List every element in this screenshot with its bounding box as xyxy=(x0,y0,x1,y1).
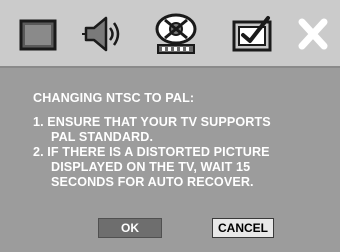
cancel-button[interactable]: CANCEL xyxy=(212,218,274,238)
picture-icon[interactable] xyxy=(18,12,58,56)
instruction-line: SECONDS FOR AUTO RECOVER. xyxy=(51,175,254,189)
instruction-line: PAL STANDARD. xyxy=(51,130,154,144)
ntsc-to-pal-dialog: CHANGING NTSC TO PAL: 1. ENSURE THAT YOU… xyxy=(0,70,340,252)
disc-setup-icon[interactable] xyxy=(152,12,200,56)
close-icon[interactable] xyxy=(294,12,332,56)
ok-button[interactable]: OK xyxy=(98,218,162,238)
settings-toolbar xyxy=(0,0,340,68)
dialog-title: CHANGING NTSC TO PAL: xyxy=(33,91,195,105)
instruction-line: 1. ENSURE THAT YOUR TV SUPPORTS xyxy=(33,115,271,129)
instruction-line: DISPLAYED ON THE TV, WAIT 15 xyxy=(51,160,251,174)
instruction-line: 2. IF THERE IS A DISTORTED PICTURE xyxy=(33,145,270,159)
preferences-check-icon[interactable] xyxy=(230,12,276,56)
audio-icon[interactable] xyxy=(80,12,126,56)
